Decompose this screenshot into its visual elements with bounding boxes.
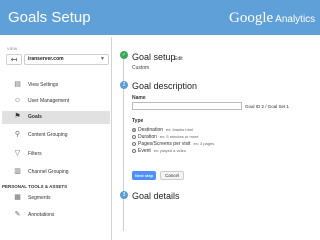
chevron-down-icon: ▼	[100, 56, 105, 62]
radio-button[interactable]	[132, 141, 136, 146]
flag-icon: ⚑	[14, 113, 21, 120]
users-icon: ☺	[13, 97, 22, 104]
name-label: Name	[132, 95, 146, 101]
sidebar-item-segments[interactable]: ▦ Segments	[2, 192, 110, 205]
step-number-badge: 2	[120, 81, 128, 89]
goal-setup-value: Custom	[132, 65, 150, 71]
sidebar-item-channel-grouping[interactable]: ▥ Channel Grouping	[2, 166, 110, 179]
radio-button[interactable]	[132, 127, 136, 132]
view-label: VIEW	[7, 46, 18, 51]
sidebar-item-label: Annotations	[28, 212, 55, 218]
type-option-label: Event	[138, 148, 151, 154]
step-number-badge: 3	[120, 191, 128, 199]
document-icon: ▤	[14, 81, 21, 88]
sidebar-item-user-management[interactable]: ☺ User Management	[2, 95, 110, 108]
type-label: Type	[132, 118, 144, 124]
type-option-label: Destination	[138, 127, 164, 133]
sidebar-item-label: Goals	[28, 114, 42, 120]
type-option-example: ex: 5 minutes or more	[159, 134, 199, 139]
header-bar: Goals Setup Google Analytics	[0, 0, 320, 35]
type-option-label: Duration	[138, 134, 157, 140]
type-option-destination[interactable]: Destination ex: thanks.html	[132, 127, 193, 133]
type-option-example: ex: 3 pages	[193, 141, 215, 146]
back-button[interactable]: ↤	[6, 54, 22, 65]
goal-setup-title: Goal setup	[132, 52, 176, 62]
sidebar-item-label: Channel Grouping	[28, 169, 69, 175]
check-icon: ✓	[120, 51, 128, 59]
sidebar-item-view-settings[interactable]: ▤ View Settings	[2, 79, 110, 92]
sidebar-item-content-grouping[interactable]: ⚲ Content Grouping	[2, 129, 110, 142]
sidebar-item-filters[interactable]: ▽ Filters	[2, 148, 110, 161]
segments-icon: ▦	[14, 194, 21, 201]
goal-name-input[interactable]	[132, 102, 242, 110]
sidebar-item-label: Content Grouping	[28, 132, 68, 138]
annotations-icon: ✎	[14, 211, 21, 218]
sidebar-item-label: User Management	[28, 98, 70, 104]
goal-description-title: Goal description	[132, 81, 198, 91]
type-option-duration[interactable]: Duration ex: 5 minutes or more	[132, 134, 199, 140]
channel-icon: ▥	[14, 168, 21, 175]
goal-details-title[interactable]: Goal details	[132, 191, 180, 201]
sidebar-item-goals[interactable]: ⚑ Goals	[2, 111, 110, 124]
type-option-example: ex: played a video	[153, 148, 187, 153]
radio-button[interactable]	[132, 148, 136, 153]
next-step-button[interactable]: Next step	[132, 171, 156, 180]
radio-button[interactable]	[132, 134, 136, 139]
account-name: iranserver.com	[28, 56, 64, 62]
page-title: Goals Setup	[8, 9, 91, 26]
type-option-label: Pages/Screens per visit	[138, 141, 191, 147]
goal-id-text: Goal ID 2 / Goal Set 1	[245, 104, 290, 109]
brand-google: Google	[229, 10, 274, 26]
cancel-button[interactable]: Cancel	[160, 171, 184, 180]
type-option-event[interactable]: Event ex: played a video	[132, 148, 186, 154]
sidebar-item-label: Segments	[28, 195, 51, 201]
sidebar-item-annotations[interactable]: ✎ Annotations	[2, 209, 110, 222]
google-analytics-logo: Google Analytics	[229, 9, 315, 27]
type-option-pages-per-visit[interactable]: Pages/Screens per visit ex: 3 pages	[132, 141, 214, 147]
filter-icon: ▽	[14, 150, 21, 157]
brand-analytics: Analytics	[275, 14, 316, 25]
account-select[interactable]: iranserver.com ▼	[24, 54, 109, 65]
sidebar-item-label: View Settings	[28, 82, 59, 88]
edit-link[interactable]: Edit	[174, 56, 183, 62]
grouping-icon: ⚲	[14, 131, 21, 138]
step-connector	[123, 89, 124, 231]
sidebar-item-label: Filters	[28, 151, 42, 157]
sidebar: VIEW ↤ iranserver.com ▼ ▤ View Settings …	[2, 37, 112, 240]
personal-tools-heading: PERSONAL TOOLS & ASSETS	[2, 184, 68, 189]
step-connector	[123, 59, 124, 81]
type-option-example: ex: thanks.html	[166, 127, 193, 132]
goal-wizard: ✓ Goal setup Edit Custom 2 Goal descript…	[118, 45, 320, 240]
back-arrow-icon: ↤	[10, 55, 18, 64]
